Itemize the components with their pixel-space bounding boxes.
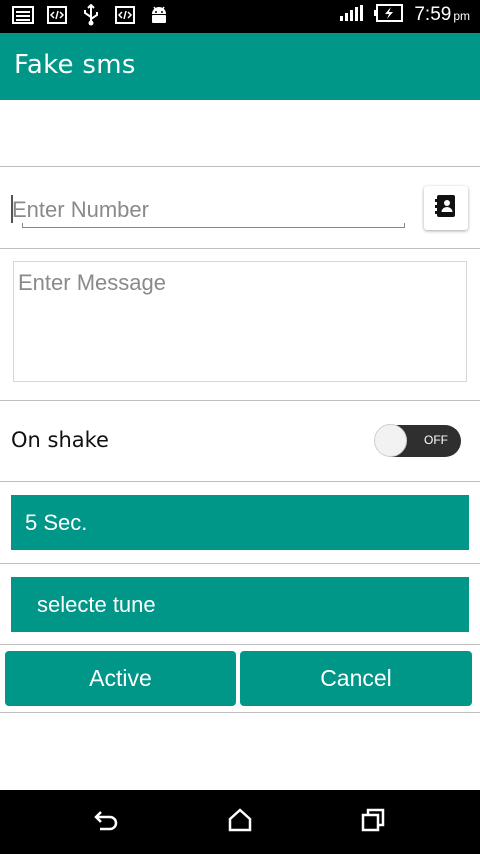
back-button[interactable] [91,808,121,836]
signal-icon [340,5,364,25]
divider [0,248,480,249]
active-button-label: Active [89,665,152,691]
android-debug-icon [148,5,170,25]
tune-selector[interactable]: selecte tune [11,577,469,632]
contacts-book-icon [433,193,459,223]
divider [0,644,480,645]
divider [0,166,480,167]
divider [0,712,480,713]
toggle-state: OFF [424,433,448,447]
clock: 7:59 pm [414,4,470,26]
tune-label: selecte tune [37,591,156,617]
clock-ampm: pm [453,9,470,23]
home-button[interactable] [225,808,255,836]
status-notifications [12,4,170,26]
active-button[interactable]: Active [5,651,236,706]
message-input[interactable] [13,261,467,382]
code-icon [46,5,68,25]
toggle-knob [374,424,407,457]
recents-button[interactable] [358,808,388,836]
status-system: 7:59 pm [340,4,470,26]
battery-charging-icon [374,4,404,26]
status-bar: 7:59 pm [0,0,480,33]
contacts-button[interactable] [424,186,468,230]
cancel-button-label: Cancel [320,665,392,691]
shake-toggle[interactable]: OFF [374,424,461,457]
delay-selector[interactable]: 5 Sec. [11,495,469,550]
recents-icon [360,808,386,836]
code-icon [114,5,136,25]
text-cursor [11,195,13,223]
number-input-underline [22,223,405,228]
shake-label: On shake [11,428,109,452]
clock-time: 7:59 [414,4,452,25]
gallery-icon [12,5,34,25]
delay-label: 5 Sec. [25,509,88,535]
back-icon [92,808,120,836]
divider [0,400,480,401]
cancel-button[interactable]: Cancel [240,651,472,706]
divider [0,563,480,564]
divider [0,481,480,482]
home-icon [227,808,253,836]
app-bar: Fake sms [0,33,480,100]
navigation-bar [0,790,480,854]
app-title: Fake sms [14,50,136,80]
number-input[interactable] [10,192,404,228]
usb-icon [80,4,102,26]
